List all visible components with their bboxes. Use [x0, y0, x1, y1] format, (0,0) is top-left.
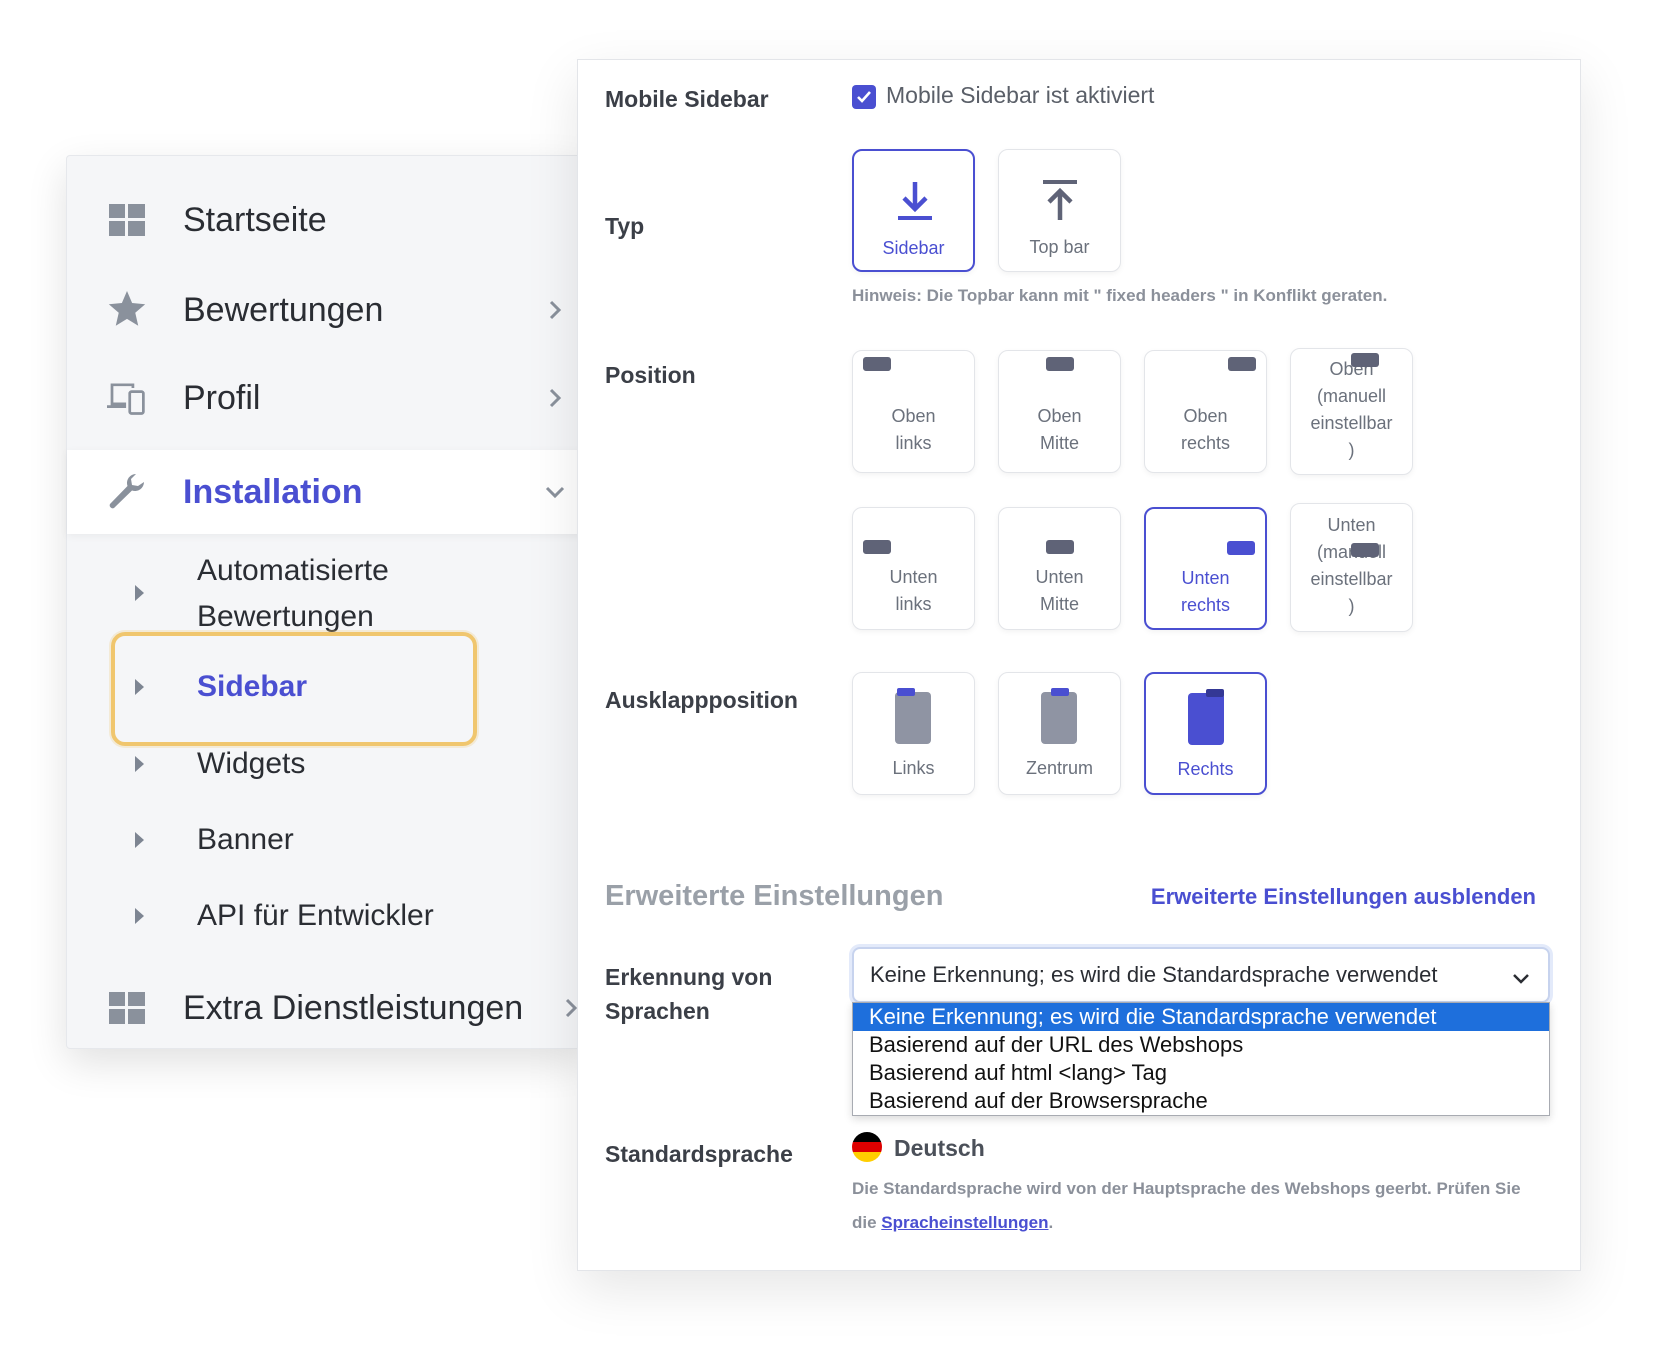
note-end: .	[1048, 1213, 1054, 1232]
position-option-oben-manuell[interactable]: Oben (manuell einstellbar )	[1290, 348, 1413, 475]
ausklapp-option-label: Rechts	[1177, 759, 1234, 779]
grid-icon	[107, 988, 147, 1028]
download-icon	[898, 182, 932, 220]
nav-item-bewertungen[interactable]: Bewertungen	[67, 268, 587, 352]
advanced-settings-title: Erweiterte Einstellungen	[605, 880, 944, 912]
ausklapp-option-rechts[interactable]: Rechts	[1144, 672, 1267, 795]
position-label: Position	[605, 362, 696, 388]
position-option-label: Oben Mitte	[1037, 406, 1082, 453]
star-icon	[107, 290, 147, 330]
chevron-right-icon	[549, 388, 562, 408]
typ-option-sidebar[interactable]: Sidebar	[852, 149, 975, 272]
position-option-unten-rechts[interactable]: Unten rechts	[1144, 507, 1267, 630]
mobile-sidebar-checkbox-label: Mobile Sidebar ist aktiviert	[886, 82, 1155, 108]
sidebar-navigation: Startseite Bewertungen Profil Installati…	[66, 155, 587, 1050]
nav-label: Installation	[183, 472, 363, 511]
sub-item-widgets[interactable]: Widgets	[67, 741, 587, 787]
default-language-value: Deutsch	[894, 1135, 985, 1161]
sub-item-label: Widgets	[197, 747, 306, 780]
upload-icon	[1043, 180, 1077, 220]
grid-icon	[107, 200, 147, 240]
typ-option-top-bar[interactable]: Top bar	[998, 149, 1121, 272]
ausklapp-option-label: Zentrum	[1025, 758, 1094, 778]
nav-item-installation[interactable]: Installation	[67, 450, 587, 534]
ausklapp-option-label: Links	[892, 758, 935, 778]
ausklapp-option-zentrum[interactable]: Zentrum	[998, 672, 1121, 795]
dropdown-option[interactable]: Basierend auf html <lang> Tag	[853, 1059, 1549, 1087]
panel-left-icon	[895, 688, 931, 744]
typ-option-label: Sidebar	[882, 238, 945, 258]
position-marker	[863, 540, 891, 554]
language-detection-label: Erkennung von Sprachen	[605, 964, 773, 1024]
sub-item-banner[interactable]: Banner	[67, 817, 587, 863]
topbar-hint: Hinweis: Die Topbar kann mit " fixed hea…	[852, 286, 1388, 305]
wrench-icon	[107, 472, 147, 512]
position-marker	[1228, 357, 1256, 371]
position-marker	[1046, 540, 1074, 554]
caret-right-icon	[135, 585, 144, 601]
position-option-label: Unten rechts	[1180, 568, 1231, 615]
nav-label: Bewertungen	[183, 290, 384, 329]
screenshot-stage: Startseite Bewertungen Profil Installati…	[0, 0, 1668, 1353]
nav-label: Profil	[183, 378, 261, 417]
dropdown-option[interactable]: Basierend auf der Browsersprache	[853, 1087, 1549, 1115]
mobile-sidebar-label: Mobile Sidebar	[605, 86, 769, 112]
sub-item-label: API für Entwickler	[197, 899, 434, 932]
dropdown-option[interactable]: Keine Erkennung; es wird die Standardspr…	[853, 1003, 1549, 1031]
default-language-note: Die Standardsprache wird von der Hauptsp…	[852, 1172, 1542, 1240]
chevron-right-icon	[549, 300, 562, 320]
devices-icon	[107, 378, 147, 418]
nav-label: Extra Dienstleistungen	[183, 988, 524, 1027]
position-marker	[1351, 353, 1379, 367]
dropdown-option[interactable]: Basierend auf der URL des Webshops	[853, 1031, 1549, 1059]
mobile-sidebar-checkbox[interactable]	[852, 85, 876, 109]
caret-right-icon	[135, 908, 144, 924]
position-option-unten-mitte[interactable]: Unten Mitte	[998, 507, 1121, 630]
caret-right-icon	[135, 832, 144, 848]
nav-label: Startseite	[183, 200, 327, 239]
default-language-label: Standardsprache	[605, 1141, 793, 1167]
highlight-annotation	[111, 632, 477, 746]
hide-advanced-settings-link[interactable]: Erweiterte Einstellungen ausblenden	[1151, 884, 1536, 910]
typ-label: Typ	[605, 213, 645, 239]
position-option-label: Unten links	[889, 567, 938, 614]
position-option-oben-mitte[interactable]: Oben Mitte	[998, 350, 1121, 473]
panel-right-icon	[1188, 689, 1224, 745]
nav-item-profil[interactable]: Profil	[67, 356, 587, 440]
position-marker	[1227, 541, 1255, 555]
position-option-label: Unten (manuell einstellbar )	[1310, 515, 1393, 616]
language-detection-dropdown: Keine Erkennung; es wird die Standardspr…	[852, 1002, 1550, 1116]
chevron-down-icon	[1513, 974, 1529, 984]
position-option-label: Oben rechts	[1180, 406, 1231, 453]
position-option-label: Oben links	[891, 406, 936, 453]
position-option-label: Unten Mitte	[1035, 567, 1084, 614]
ausklapp-option-links[interactable]: Links	[852, 672, 975, 795]
language-detection-value: Keine Erkennung; es wird die Standardspr…	[870, 962, 1438, 987]
check-icon	[857, 91, 871, 103]
position-marker	[863, 357, 891, 371]
position-option-label: Oben (manuell einstellbar )	[1310, 359, 1393, 460]
position-option-unten-links[interactable]: Unten links	[852, 507, 975, 630]
sub-item-label: Automatisierte Bewertungen	[197, 554, 389, 633]
caret-right-icon	[135, 756, 144, 772]
position-option-oben-links[interactable]: Oben links	[852, 350, 975, 473]
panel-center-icon	[1041, 688, 1077, 744]
typ-option-label: Top bar	[1029, 237, 1090, 257]
sidebar-settings-card: Mobile Sidebar Mobile Sidebar ist aktivi…	[577, 59, 1581, 1271]
position-option-oben-rechts[interactable]: Oben rechts	[1144, 350, 1267, 473]
ausklapp-label: Ausklappposition	[605, 687, 798, 713]
german-flag-icon	[852, 1132, 882, 1162]
language-detection-select[interactable]: Keine Erkennung; es wird die Standardspr…	[852, 947, 1550, 1003]
sub-item-automatisierte-bewertungen[interactable]: Automatisierte Bewertungen	[67, 548, 587, 638]
nav-item-startseite[interactable]: Startseite	[67, 178, 587, 262]
language-settings-link[interactable]: Spracheinstellungen	[881, 1213, 1048, 1232]
sub-item-label: Banner	[197, 823, 294, 856]
sub-item-api[interactable]: API für Entwickler	[67, 893, 587, 939]
position-marker	[1046, 357, 1074, 371]
position-option-unten-manuell[interactable]: Unten (manuell einstellbar )	[1290, 503, 1413, 632]
position-marker	[1351, 543, 1379, 557]
nav-item-extra-dienstleistungen[interactable]: Extra Dienstleistungen	[67, 966, 587, 1050]
chevron-down-icon	[545, 486, 565, 499]
